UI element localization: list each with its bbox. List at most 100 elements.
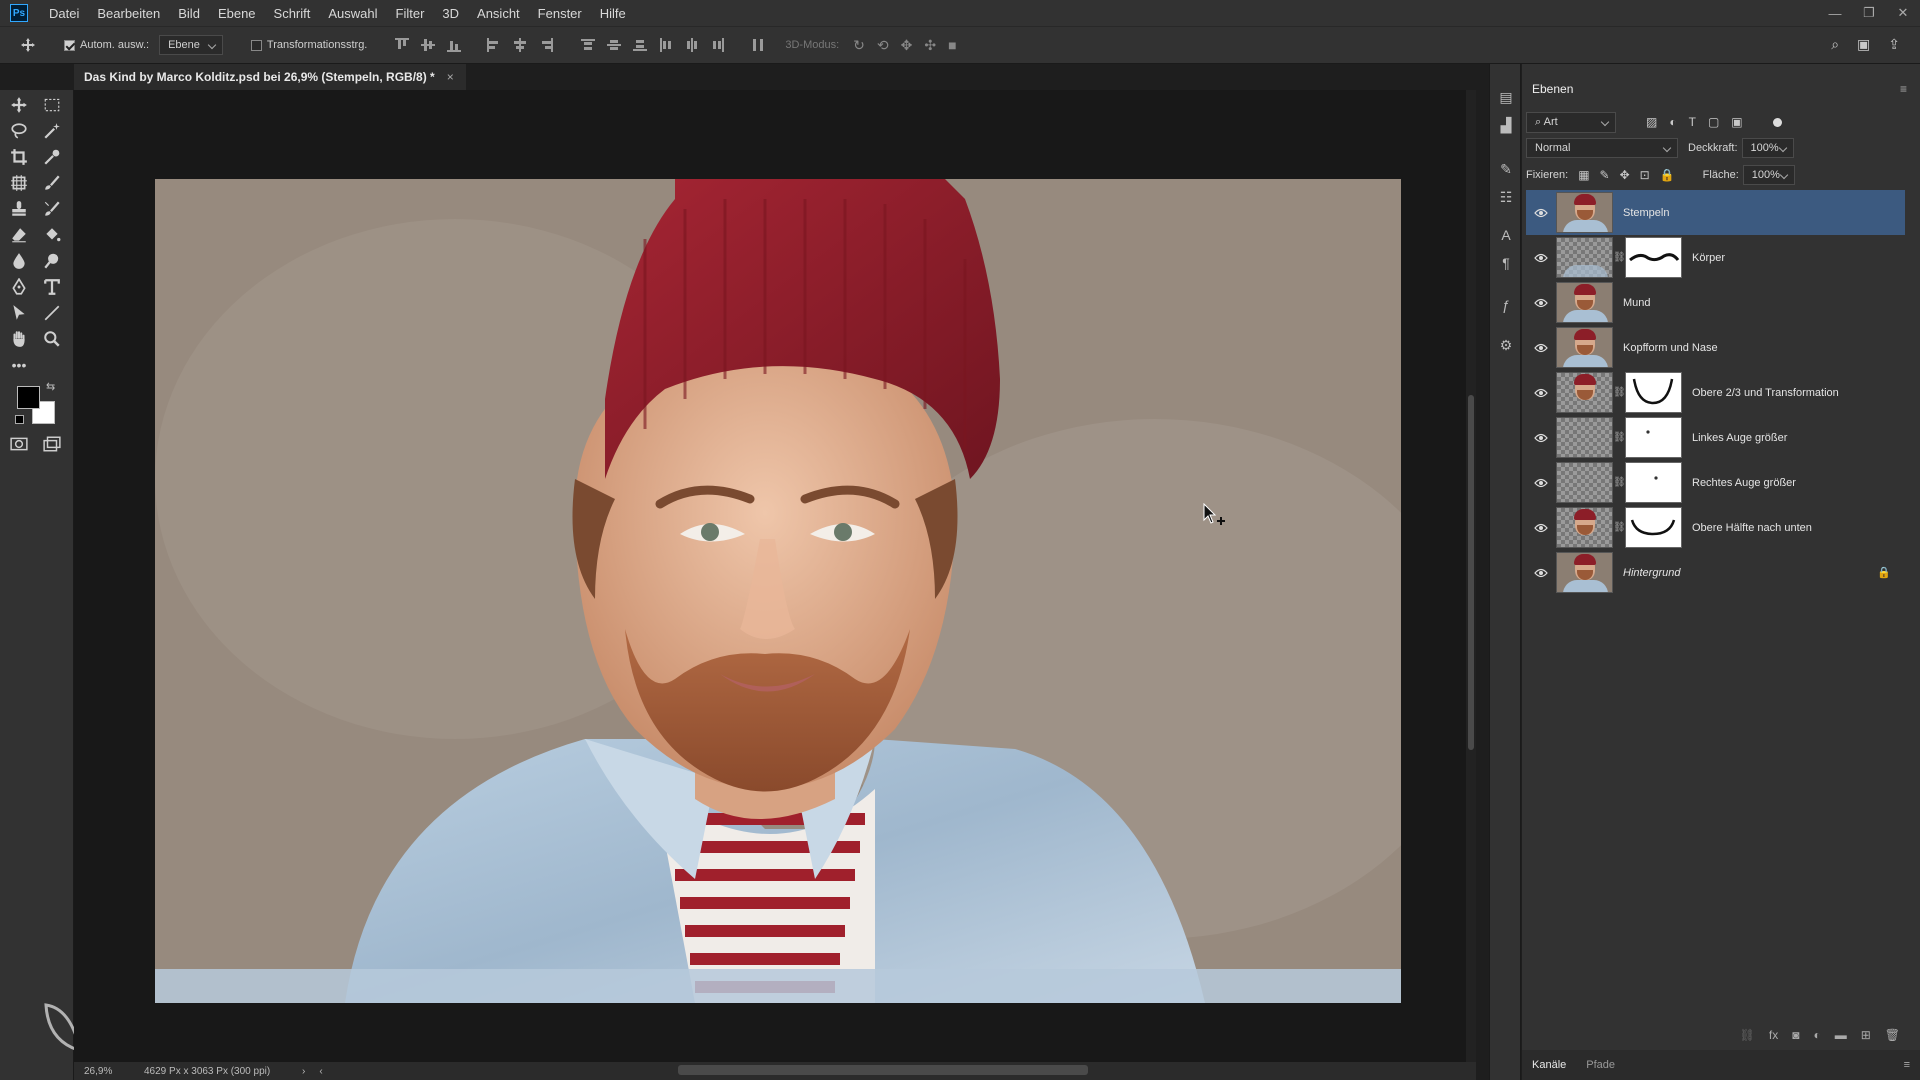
menu-ansicht[interactable]: Ansicht [468,6,529,21]
layer-row[interactable]: ⛓ Körper [1526,235,1905,280]
vertical-scroll-thumb[interactable] [1468,395,1474,750]
hand-tool-icon[interactable] [8,328,30,350]
layer-thumbnail[interactable] [1556,417,1613,458]
filter-shape-icon[interactable]: ▢ [1708,115,1719,129]
align-vcenter-icon[interactable] [421,38,436,52]
3d-orbit-icon[interactable]: ↻ [853,37,865,54]
tab-paths[interactable]: Pfade [1576,1059,1625,1071]
default-colors-icon[interactable] [15,415,24,424]
layer-thumbnail[interactable] [1556,507,1613,548]
zoom-level[interactable]: 26,9% [74,1066,144,1077]
dodge-tool-icon[interactable] [41,250,63,272]
visibility-eye-icon[interactable] [1526,523,1556,533]
3d-pan-icon[interactable]: ✥ [901,37,913,54]
character-icon[interactable]: A [1497,226,1515,244]
lasso-tool-icon[interactable] [8,120,30,142]
paint-bucket-icon[interactable] [41,224,63,246]
layer-name[interactable]: Linkes Auge größer [1692,432,1787,444]
filter-toggle-icon[interactable] [1772,117,1782,127]
brush-settings-icon[interactable]: ✎ [1497,160,1515,178]
auto-select-checkbox[interactable]: Autom. ausw.: [64,39,149,51]
pen-tool-icon[interactable] [8,276,30,298]
lock-icon[interactable]: 🔒 [1877,566,1891,579]
menu-auswahl[interactable]: Auswahl [319,6,386,21]
layer-name[interactable]: Stempeln [1623,207,1669,219]
visibility-eye-icon[interactable] [1526,568,1556,578]
visibility-eye-icon[interactable] [1526,343,1556,353]
visibility-eye-icon[interactable] [1526,388,1556,398]
mask-link-icon[interactable]: ⛓ [1613,432,1626,443]
panel-menu-icon[interactable]: ≡ [1894,1059,1920,1071]
distribute-bottom-icon[interactable] [633,38,648,52]
layer-row[interactable]: ⛓ Obere Hälfte nach unten [1526,505,1905,550]
fill-input[interactable]: 100% [1742,165,1795,185]
distribute-left-icon[interactable] [659,38,673,52]
layer-filter-dropdown[interactable]: ⌕ Art [1526,111,1616,133]
layer-thumbnail[interactable] [1556,372,1613,413]
transform-controls-checkbox[interactable]: Transformationsstrg. [250,39,367,51]
crop-tool-icon[interactable] [8,146,30,168]
menu-bearbeiten[interactable]: Bearbeiten [88,6,169,21]
align-right-icon[interactable] [539,38,554,52]
layer-thumbnail[interactable] [1556,327,1613,368]
filter-pixel-icon[interactable]: ▨ [1646,115,1657,129]
foreground-color-swatch[interactable] [17,386,40,409]
filter-adjustment-icon[interactable]: ◐ [1669,115,1676,129]
align-top-icon[interactable] [395,38,410,52]
distribute-vcenter-icon[interactable] [607,38,622,52]
adjustments-icon[interactable]: ☷ [1497,188,1515,206]
libraries-icon[interactable]: ▤ [1497,88,1515,106]
add-mask-icon[interactable]: ◙ [1792,1028,1799,1042]
layer-mask-thumbnail[interactable] [1625,237,1682,278]
distribute-spacing-icon[interactable] [751,38,765,52]
menu-fenster[interactable]: Fenster [529,6,591,21]
new-group-icon[interactable]: ▬ [1835,1028,1847,1042]
layer-mask-thumbnail[interactable] [1625,372,1682,413]
share-icon[interactable]: ⇪ [1888,36,1900,53]
layer-row[interactable]: ⛓ Linkes Auge größer [1526,415,1905,460]
lock-pixels-icon[interactable]: ✎ [1600,168,1610,182]
minimize-icon[interactable]: — [1818,6,1852,21]
layer-row[interactable]: Mund [1526,280,1905,325]
menu-schrift[interactable]: Schrift [265,6,320,21]
properties-icon[interactable]: ⚙ [1497,336,1515,354]
status-menu-icon[interactable]: › [302,1066,305,1077]
document-canvas[interactable] [155,179,1401,1003]
distribute-top-icon[interactable] [581,38,596,52]
filter-smartobject-icon[interactable]: ▣ [1731,115,1742,129]
new-adjustment-layer-icon[interactable]: ◐ [1813,1028,1820,1042]
visibility-eye-icon[interactable] [1526,478,1556,488]
blur-tool-icon[interactable] [8,250,30,272]
align-hcenter-icon[interactable] [513,38,527,52]
frame-tool-icon[interactable] [8,172,30,194]
new-layer-icon[interactable]: ⊞ [1861,1028,1871,1042]
marquee-tool-icon[interactable] [41,94,63,116]
screen-mode-icon[interactable] [41,433,63,455]
eraser-tool-icon[interactable] [8,224,30,246]
mask-link-icon[interactable]: ⛓ [1613,477,1626,488]
mask-link-icon[interactable]: ⛓ [1613,387,1626,398]
lock-artboard-icon[interactable]: ⊡ [1640,168,1650,182]
3d-camera-icon[interactable]: ■ [948,37,956,54]
swap-colors-icon[interactable]: ⇆ [46,380,55,393]
layer-thumbnail[interactable] [1556,237,1613,278]
menu-datei[interactable]: Datei [40,6,88,21]
history-brush-icon[interactable] [41,198,63,220]
blend-mode-dropdown[interactable]: Normal [1526,138,1678,158]
layer-row[interactable]: ⛓ Rechtes Auge größer [1526,460,1905,505]
zoom-tool-icon[interactable] [41,328,63,350]
horizontal-scroll-thumb[interactable] [678,1065,1088,1075]
visibility-eye-icon[interactable] [1526,253,1556,263]
visibility-eye-icon[interactable] [1526,208,1556,218]
eyedropper-icon[interactable] [41,146,63,168]
layer-row[interactable]: Hintergrund 🔒 [1526,550,1905,595]
workspace-icon[interactable]: ▣ [1857,36,1870,53]
mask-link-icon[interactable]: ⛓ [1613,252,1626,263]
layer-mask-thumbnail[interactable] [1625,507,1682,548]
styles-icon[interactable]: ƒ [1497,296,1515,314]
brush-tool-icon[interactable] [41,172,63,194]
opacity-input[interactable]: 100% [1741,138,1794,158]
close-icon[interactable]: ✕ [1886,5,1920,21]
layer-style-icon[interactable]: fx [1769,1028,1778,1042]
visibility-eye-icon[interactable] [1526,433,1556,443]
